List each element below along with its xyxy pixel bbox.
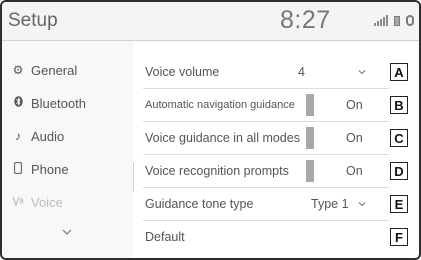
toggle-switch[interactable]: On [306,127,384,149]
header-bar: Setup 8:27 [2,2,419,41]
callout-label-d: D [390,162,408,180]
sidebar-item-label: Bluetooth [31,95,86,111]
default-button[interactable]: Default [145,230,185,244]
callout-label-e: E [390,195,408,213]
page-title: Setup [8,10,58,31]
sidebar-item-general[interactable]: ⚙ General [2,54,133,86]
callout-label-b: B [390,96,408,114]
sidebar-divider [133,162,134,192]
toggle-state: On [346,131,363,145]
setting-value: 4 [298,65,305,79]
phone-icon [11,161,25,177]
sidebar-item-bluetooth[interactable]: Bluetooth [2,87,133,119]
chevron-down-icon[interactable] [358,200,366,208]
setting-label: Guidance tone type [145,197,254,211]
callout-label-a: A [390,63,408,81]
chevron-down-icon[interactable] [358,68,366,76]
toggle-indicator [306,94,314,116]
setting-row-voice-guidance-all-modes[interactable]: Voice guidance in all modes On [143,122,389,155]
setting-row-guidance-tone-type[interactable]: Guidance tone type Type 1 [143,188,389,221]
callout-label-f: F [390,228,408,246]
toggle-indicator [306,127,314,149]
setting-label: Voice guidance in all modes [145,131,300,145]
toggle-switch[interactable]: On [306,94,384,116]
sidebar-item-phone[interactable]: Phone [2,153,133,185]
signal-icon [374,15,388,26]
chevron-down-icon[interactable] [62,227,72,237]
sidebar-item-audio[interactable]: ♪ Audio [2,120,133,152]
setting-label: Voice volume [145,65,220,79]
toggle-state: On [346,164,363,178]
sidebar-item-label: Audio [31,128,65,144]
bluetooth-icon [11,96,25,110]
setting-row-voice-volume[interactable]: Voice volume 4 [143,56,389,89]
sidebar-item-label: General [31,62,78,78]
toggle-state: On [346,98,363,112]
voice-icon [11,195,25,210]
music-note-icon: ♪ [15,129,21,143]
setting-label: Voice recognition prompts [145,164,289,178]
setting-label: Automatic navigation guidance [145,99,295,111]
alert-icon [406,15,414,26]
gear-icon: ⚙ [12,63,24,77]
battery-icon [394,16,400,26]
setup-screen: Setup 8:27 ⚙ General Bluetooth ♪ Audio P… [0,0,421,260]
sidebar-item-label: Phone [31,161,69,177]
setting-row-default[interactable]: Default [143,221,389,253]
sidebar-item-voice[interactable]: Voice [2,186,133,218]
setting-value: Type 1 [311,197,349,211]
toggle-indicator [306,160,314,182]
status-icons [374,15,414,26]
sidebar: ⚙ General Bluetooth ♪ Audio Phone Voice [2,41,133,258]
clock: 8:27 [280,6,331,34]
toggle-switch[interactable]: On [306,160,384,182]
sidebar-item-label: Voice [31,194,63,210]
callout-label-c: C [390,129,408,147]
setting-row-automatic-navigation-guidance[interactable]: Automatic navigation guidance On [143,89,389,122]
setting-row-voice-recognition-prompts[interactable]: Voice recognition prompts On [143,155,389,188]
